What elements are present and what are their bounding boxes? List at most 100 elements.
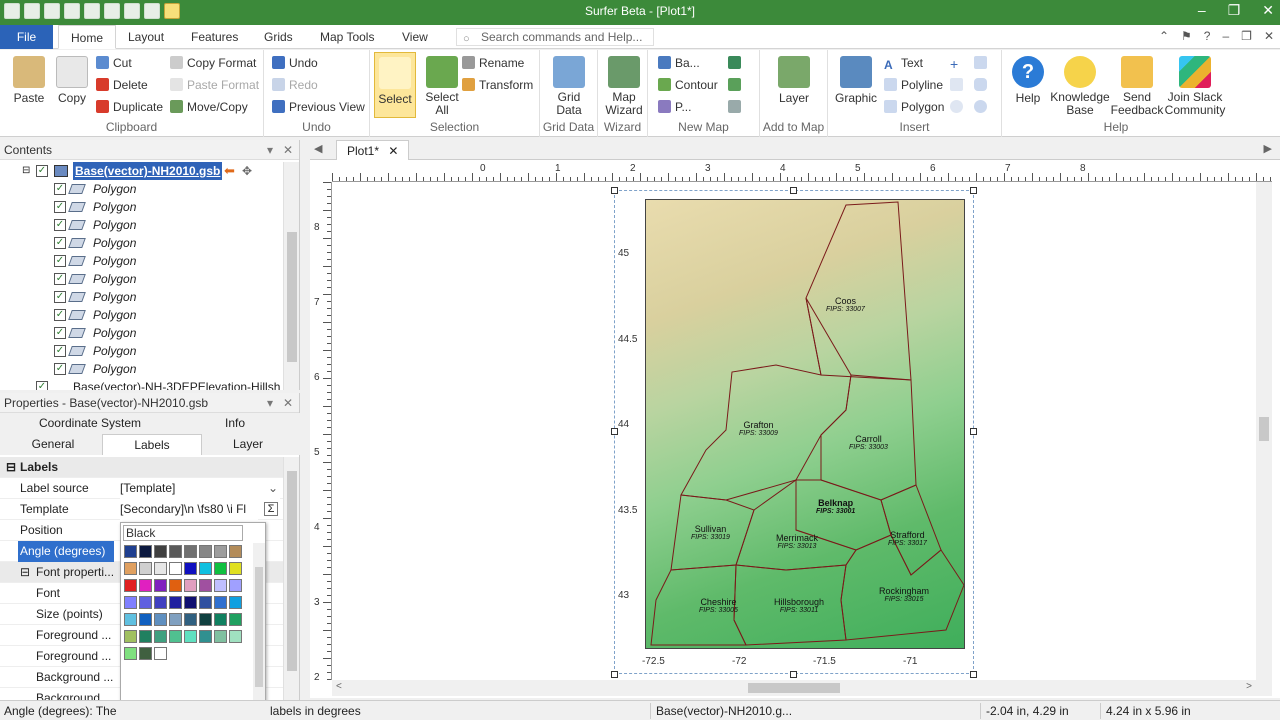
duplicate-button[interactable]: Duplicate <box>96 100 163 114</box>
base-layer-label[interactable]: Base(vector)-NH2010.gsb <box>73 162 223 180</box>
tree-row-polygon[interactable]: ✓ Polygon <box>0 198 282 216</box>
color-swatch[interactable] <box>184 579 197 592</box>
symbol-button[interactable]: + <box>950 56 967 71</box>
tree-row-polygon[interactable]: ✓ Polygon <box>0 360 282 378</box>
tab-general[interactable]: General <box>4 434 102 455</box>
3d-map-button[interactable] <box>728 56 745 70</box>
color-swatch[interactable] <box>184 562 197 575</box>
tab-info[interactable]: Info <box>190 413 280 434</box>
edit-pin-icon[interactable]: ✥ <box>242 162 252 180</box>
color-swatch[interactable] <box>229 579 242 592</box>
polygon-button[interactable]: Polygon <box>884 100 944 114</box>
post-map-button[interactable]: P... <box>658 100 691 114</box>
color-swatch[interactable] <box>184 613 197 626</box>
tab-map-tools[interactable]: Map Tools <box>320 25 374 49</box>
color-swatch[interactable] <box>124 545 137 558</box>
ellipse-button[interactable] <box>974 100 991 114</box>
transform-button[interactable]: Transform <box>462 78 533 92</box>
line-button[interactable] <box>950 78 967 92</box>
canvas-vertical-scrollbar[interactable] <box>1256 182 1272 680</box>
help-button[interactable]: ? Help <box>1008 56 1048 105</box>
tree-row-polygon[interactable]: ✓ Polygon <box>0 216 282 234</box>
tab-view[interactable]: View <box>402 25 428 49</box>
collapse-ribbon-icon[interactable]: ⌃ <box>1159 29 1169 43</box>
scroll-left-icon[interactable]: < <box>336 681 342 692</box>
resize-handle[interactable] <box>611 428 618 435</box>
resize-handle[interactable] <box>970 428 977 435</box>
join-slack-button[interactable]: Join Slack Community <box>1164 56 1226 117</box>
color-swatch[interactable] <box>154 562 167 575</box>
tree-row-polygon[interactable]: ✓ Polygon <box>0 252 282 270</box>
color-swatch[interactable] <box>124 596 137 609</box>
color-swatch[interactable] <box>214 630 227 643</box>
previous-view-button[interactable]: Previous View <box>272 100 365 114</box>
tab-home[interactable]: Home <box>58 25 117 49</box>
grid-values-button[interactable] <box>728 100 745 114</box>
doc-minimize-icon[interactable]: – <box>1222 29 1229 43</box>
tree-row-polygon[interactable]: ✓ Polygon <box>0 342 282 360</box>
sigma-icon[interactable]: Σ <box>264 502 278 516</box>
template-row[interactable]: Template [Secondary]\n \fs80 \i Fl Σ <box>0 499 284 520</box>
cut-button[interactable]: Cut <box>96 56 132 70</box>
collapse-icon[interactable]: ⊟ <box>6 457 16 478</box>
color-swatch[interactable] <box>199 562 212 575</box>
visibility-checkbox[interactable]: ✓ <box>54 255 66 267</box>
tree-row-polygon[interactable]: ✓ Polygon <box>0 288 282 306</box>
visibility-checkbox[interactable]: ✓ <box>54 327 66 339</box>
file-tab[interactable]: File <box>0 25 53 49</box>
tree-row-base-layer[interactable]: ⊟ ✓ Base(vector)-NH2010.gsb ⬅ ✥ <box>0 162 282 180</box>
contents-scrollbar[interactable] <box>283 162 299 390</box>
color-swatch[interactable] <box>214 545 227 558</box>
scroll-thumb[interactable] <box>287 232 297 362</box>
color-swatch[interactable] <box>214 579 227 592</box>
close-icon[interactable]: ✕ <box>283 140 293 160</box>
color-swatch[interactable] <box>139 596 152 609</box>
collapse-icon[interactable]: ⊟ <box>22 162 30 180</box>
color-swatch[interactable] <box>199 630 212 643</box>
select-all-button[interactable]: Select All <box>420 56 464 117</box>
undo-button[interactable]: Undo <box>272 56 318 70</box>
tab-layout[interactable]: Layout <box>128 25 164 49</box>
minimize-icon[interactable]: – <box>1198 2 1206 19</box>
tree-row-next-layer[interactable]: ✓ Base(vector)-NH-3DEPElevation-Hillsh <box>0 378 282 390</box>
chevron-down-icon[interactable]: ⌄ <box>268 478 278 499</box>
tab-features[interactable]: Features <box>191 25 238 49</box>
tab-labels[interactable]: Labels <box>102 434 202 455</box>
resize-handle[interactable] <box>611 671 618 678</box>
canvas-horizontal-scrollbar[interactable]: < > <box>332 680 1272 696</box>
color-swatch[interactable] <box>124 562 137 575</box>
visibility-checkbox[interactable]: ✓ <box>54 309 66 321</box>
tree-row-polygon[interactable]: ✓ Polygon <box>0 306 282 324</box>
resize-handle[interactable] <box>611 187 618 194</box>
color-swatch[interactable] <box>139 647 152 660</box>
text-button[interactable]: A Text <box>884 56 923 72</box>
color-swatch[interactable] <box>124 579 137 592</box>
color-swatch[interactable] <box>124 630 137 643</box>
visibility-checkbox[interactable]: ✓ <box>54 291 66 303</box>
properties-scrollbar[interactable] <box>283 457 299 700</box>
color-swatch[interactable] <box>199 579 212 592</box>
visibility-checkbox[interactable]: ✓ <box>54 363 66 375</box>
visibility-checkbox[interactable]: ✓ <box>54 201 66 213</box>
pin-icon[interactable]: ▾ <box>267 393 273 413</box>
send-feedback-button[interactable]: Send Feedback <box>1110 56 1164 117</box>
copy-button[interactable]: Copy <box>52 56 92 105</box>
color-swatch[interactable] <box>199 545 212 558</box>
rename-button[interactable]: Rename <box>462 56 524 70</box>
scroll-thumb[interactable] <box>748 683 840 693</box>
tab-scroll-right-icon[interactable]: ▶ <box>1264 142 1272 155</box>
scroll-right-icon[interactable]: > <box>1246 681 1252 692</box>
polyline-button[interactable]: Polyline <box>884 78 943 92</box>
close-icon[interactable]: ✕ <box>388 144 398 158</box>
visibility-checkbox[interactable]: ✓ <box>36 381 48 390</box>
color-swatch[interactable] <box>154 630 167 643</box>
copy-format-button[interactable]: Copy Format <box>170 56 256 70</box>
pin-icon[interactable]: ▾ <box>267 140 273 160</box>
color-swatch[interactable] <box>229 630 242 643</box>
color-swatch[interactable] <box>124 647 137 660</box>
color-swatch[interactable] <box>139 579 152 592</box>
scroll-thumb[interactable] <box>287 471 297 671</box>
visibility-checkbox[interactable]: ✓ <box>54 273 66 285</box>
labels-section[interactable]: ⊟ Labels <box>0 457 284 478</box>
doc-restore-icon[interactable]: ❐ <box>1241 29 1252 43</box>
